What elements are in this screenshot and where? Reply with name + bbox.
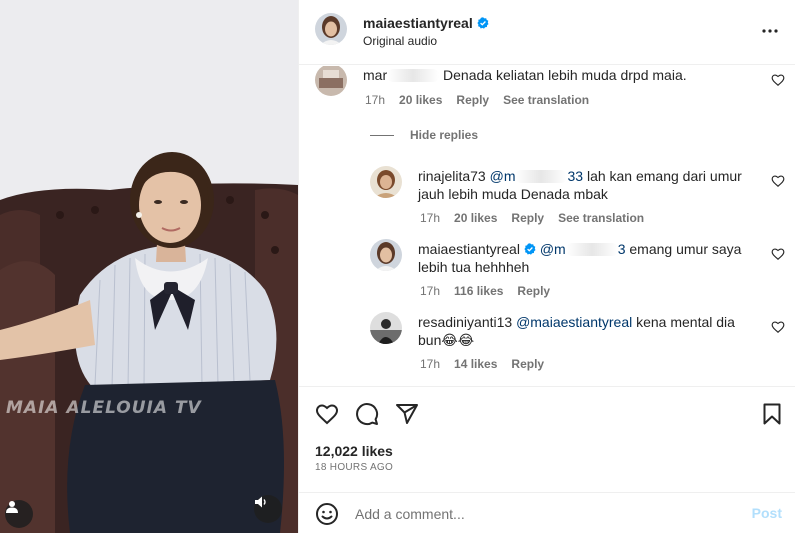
like-count[interactable]: 12,022 likes bbox=[315, 443, 393, 459]
redacted-mention bbox=[515, 170, 568, 183]
reply-meta: 17h 116 likes Reply bbox=[420, 284, 550, 298]
reply-meta: 17h 14 likes Reply bbox=[420, 357, 544, 371]
reply-body-line2: bun😂😂 bbox=[418, 332, 475, 348]
verified-badge-icon bbox=[524, 243, 536, 255]
reply-text: resadiniyanti13 @maiaestiantyreal kena m… bbox=[418, 313, 758, 349]
reply-button[interactable]: Reply bbox=[456, 93, 489, 107]
redacted-mention bbox=[565, 243, 618, 256]
author-username[interactable]: maiaestiantyreal bbox=[363, 15, 489, 31]
reply-meta: 17h 20 likes Reply See translation bbox=[420, 211, 644, 225]
mention-end[interactable]: 3 bbox=[618, 241, 626, 257]
user-icon bbox=[6, 501, 18, 513]
post-media[interactable]: MAIA ALELOUIA TV bbox=[0, 0, 298, 533]
see-translation-button[interactable]: See translation bbox=[503, 93, 589, 107]
comment-input[interactable] bbox=[355, 501, 735, 527]
more-options-icon[interactable] bbox=[760, 21, 780, 41]
post-header: maiaestiantyreal Original audio bbox=[299, 0, 795, 65]
mention-end[interactable]: 33 bbox=[567, 168, 583, 184]
heart-icon[interactable] bbox=[315, 402, 339, 426]
like-reply-heart-icon[interactable] bbox=[771, 174, 785, 188]
see-translation-button[interactable]: See translation bbox=[558, 211, 644, 225]
reply-mention[interactable]: @m 3 bbox=[540, 241, 626, 257]
comment-body: Denada keliatan lebih muda drpd maia. bbox=[443, 67, 687, 83]
like-comment-heart-icon[interactable] bbox=[771, 73, 785, 87]
reply-mention[interactable]: @maiaestiantyreal bbox=[516, 314, 632, 330]
video-frame-illustration bbox=[0, 0, 298, 533]
reply-mention[interactable]: @m 33 bbox=[490, 168, 583, 184]
post-details-panel: maiaestiantyreal Original audio mar Dena… bbox=[298, 0, 795, 533]
tagged-users-button[interactable] bbox=[5, 500, 33, 528]
reply-body-line2: jauh lebih muda Denada mbak bbox=[418, 186, 608, 202]
reply-time[interactable]: 17h bbox=[420, 357, 440, 371]
reply-username[interactable]: resadiniyanti13 bbox=[418, 314, 512, 330]
post-comment-button[interactable]: Post bbox=[752, 505, 782, 521]
audio-toggle-button[interactable] bbox=[254, 495, 282, 523]
comment-time[interactable]: 17h bbox=[365, 93, 385, 107]
comments-list[interactable]: mar Denada keliatan lebih muda drpd maia… bbox=[299, 66, 795, 386]
comment-username[interactable]: mar bbox=[363, 67, 387, 83]
share-icon[interactable] bbox=[395, 402, 419, 426]
reply-avatar[interactable] bbox=[370, 239, 402, 271]
reply-time[interactable]: 17h bbox=[420, 211, 440, 225]
reply-username[interactable]: maiaestiantyreal bbox=[418, 241, 520, 257]
add-comment-bar: Post bbox=[299, 492, 795, 533]
emoji-icon[interactable] bbox=[315, 502, 339, 526]
reply-button[interactable]: Reply bbox=[517, 284, 550, 298]
comment-icon[interactable] bbox=[355, 402, 379, 426]
like-reply-heart-icon[interactable] bbox=[771, 247, 785, 261]
comment-text: mar Denada keliatan lebih muda drpd maia… bbox=[363, 66, 763, 84]
reply-time[interactable]: 17h bbox=[420, 284, 440, 298]
author-username-text[interactable]: maiaestiantyreal bbox=[363, 15, 473, 31]
reply-avatar[interactable] bbox=[370, 312, 402, 344]
commenter-avatar[interactable] bbox=[315, 66, 347, 96]
reply-likes[interactable]: 116 likes bbox=[454, 284, 503, 298]
reply-body-line1: kena mental dia bbox=[636, 314, 735, 330]
comment-meta: 17h 20 likes Reply See translation bbox=[365, 93, 589, 107]
reply-username[interactable]: rinajelita73 bbox=[418, 168, 486, 184]
mention-start[interactable]: @m bbox=[490, 168, 516, 184]
reply-button[interactable]: Reply bbox=[511, 211, 544, 225]
like-reply-heart-icon[interactable] bbox=[771, 320, 785, 334]
replies-divider bbox=[370, 134, 394, 136]
reply-text: rinajelita73 @m 33 lah kan emang dari umu… bbox=[418, 167, 758, 203]
reply-avatar[interactable] bbox=[370, 166, 402, 198]
author-avatar[interactable] bbox=[315, 13, 347, 45]
video-watermark: MAIA ALELOUIA TV bbox=[6, 398, 202, 418]
comment-likes[interactable]: 20 likes bbox=[399, 93, 442, 107]
reply-likes[interactable]: 14 likes bbox=[454, 357, 497, 371]
reply-body-line1: emang umur saya bbox=[629, 241, 742, 257]
redacted-username bbox=[387, 69, 440, 82]
reply-body-line1: lah kan emang dari umur bbox=[586, 168, 742, 184]
bookmark-icon[interactable] bbox=[760, 402, 784, 426]
mention-start[interactable]: @m bbox=[540, 241, 566, 257]
verified-badge-icon bbox=[477, 17, 489, 29]
reply-body-line2: lebih tua hehhheh bbox=[418, 259, 530, 275]
speaker-icon bbox=[255, 496, 266, 508]
hide-replies-label[interactable]: Hide replies bbox=[410, 128, 478, 142]
reply-text: maiaestiantyreal @m 3 emang umur saya leb… bbox=[418, 240, 758, 276]
hide-replies-button[interactable]: Hide replies bbox=[370, 128, 478, 142]
reply-button[interactable]: Reply bbox=[511, 357, 544, 371]
reply-likes[interactable]: 20 likes bbox=[454, 211, 497, 225]
post-timestamp[interactable]: 18 HOURS AGO bbox=[315, 462, 393, 473]
audio-label[interactable]: Original audio bbox=[363, 34, 437, 48]
